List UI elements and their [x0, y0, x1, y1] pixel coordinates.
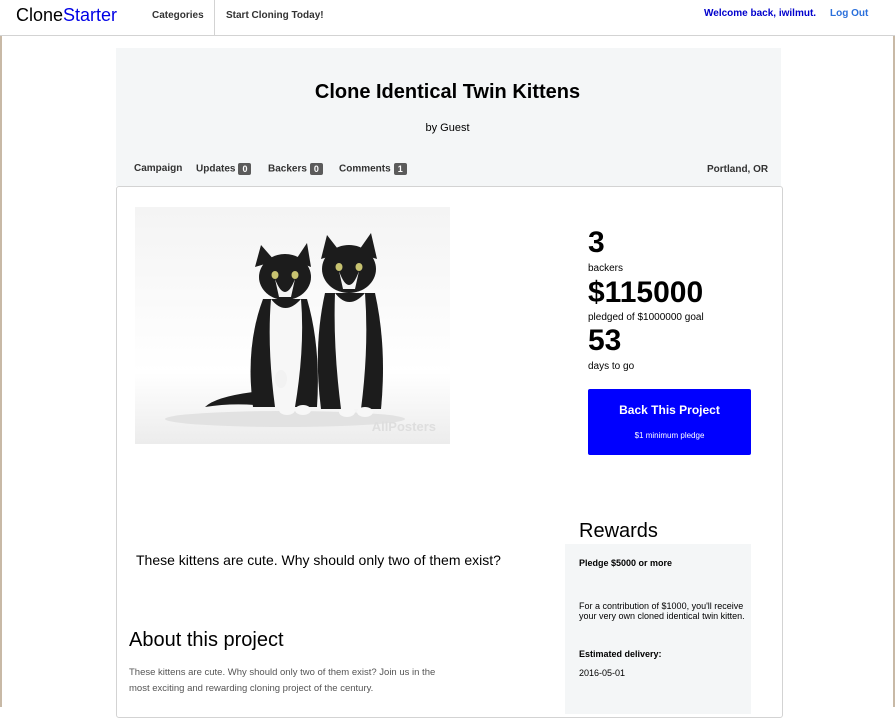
- logout-link[interactable]: Log Out: [830, 8, 868, 19]
- site-logo[interactable]: CloneStarter: [16, 5, 117, 25]
- reward-description: For a contribution of $1000, you'll rece…: [579, 601, 745, 621]
- pledged-label: pledged of $1000000 goal: [588, 312, 704, 323]
- nav-start-cloning-link[interactable]: Start Cloning Today!: [226, 10, 324, 21]
- back-button-label: Back This Project: [619, 403, 720, 417]
- project-image: AllPosters: [135, 207, 450, 444]
- days-remaining: 53: [588, 324, 622, 357]
- reward-delivery-date: 2016-05-01: [579, 668, 626, 678]
- kittens-illustration: [165, 233, 405, 427]
- project-location: Portland, OR: [707, 164, 769, 175]
- tab-campaign-label: Campaign: [134, 163, 183, 174]
- window-frame-left: [0, 0, 2, 707]
- comments-count-badge: 1: [393, 163, 407, 175]
- reward-delivery-label: Estimated delivery:: [579, 649, 662, 659]
- backers-count-badge: 0: [309, 163, 323, 175]
- pledged-amount: $115000: [588, 276, 704, 309]
- tab-comments-label: Comments: [339, 163, 391, 175]
- tab-backers[interactable]: Backers 0: [268, 163, 323, 175]
- project-title: Clone Identical Twin Kittens: [314, 81, 581, 103]
- logo-part-clone: Clone: [16, 5, 64, 25]
- days-label: days to go: [588, 361, 635, 372]
- reward-pledge-amount: Pledge $5000 or more: [579, 558, 673, 568]
- tab-comments[interactable]: Comments 1: [339, 163, 407, 175]
- about-heading: About this project: [129, 629, 284, 651]
- nav-categories-link[interactable]: Categories: [152, 10, 204, 21]
- rewards-heading: Rewards: [579, 520, 658, 542]
- about-text: These kittens are cute. Why should only …: [129, 667, 436, 694]
- project-author: by Guest: [425, 122, 470, 134]
- backers-count: 3: [588, 226, 605, 259]
- minimum-pledge-label: $1 minimum pledge: [634, 431, 705, 440]
- project-blurb: These kittens are cute. Why should only …: [136, 552, 501, 568]
- backers-label: backers: [588, 263, 624, 274]
- tab-campaign[interactable]: Campaign: [134, 163, 182, 174]
- reward-card[interactable]: [565, 544, 751, 714]
- top-navigation: CloneStarter Categories Start Cloning To…: [0, 0, 895, 36]
- welcome-user-link[interactable]: Welcome back, iwilmut.: [704, 8, 816, 19]
- back-this-project-button[interactable]: Back This Project $1 minimum pledge: [588, 389, 751, 455]
- logo-part-starter: Starter: [63, 5, 118, 25]
- tab-backers-label: Backers: [268, 163, 307, 175]
- nav-divider: [214, 0, 215, 35]
- image-watermark: AllPosters: [371, 419, 436, 434]
- tab-updates-label: Updates: [196, 163, 236, 175]
- tab-updates[interactable]: Updates 0: [196, 163, 252, 175]
- updates-count-badge: 0: [238, 163, 252, 175]
